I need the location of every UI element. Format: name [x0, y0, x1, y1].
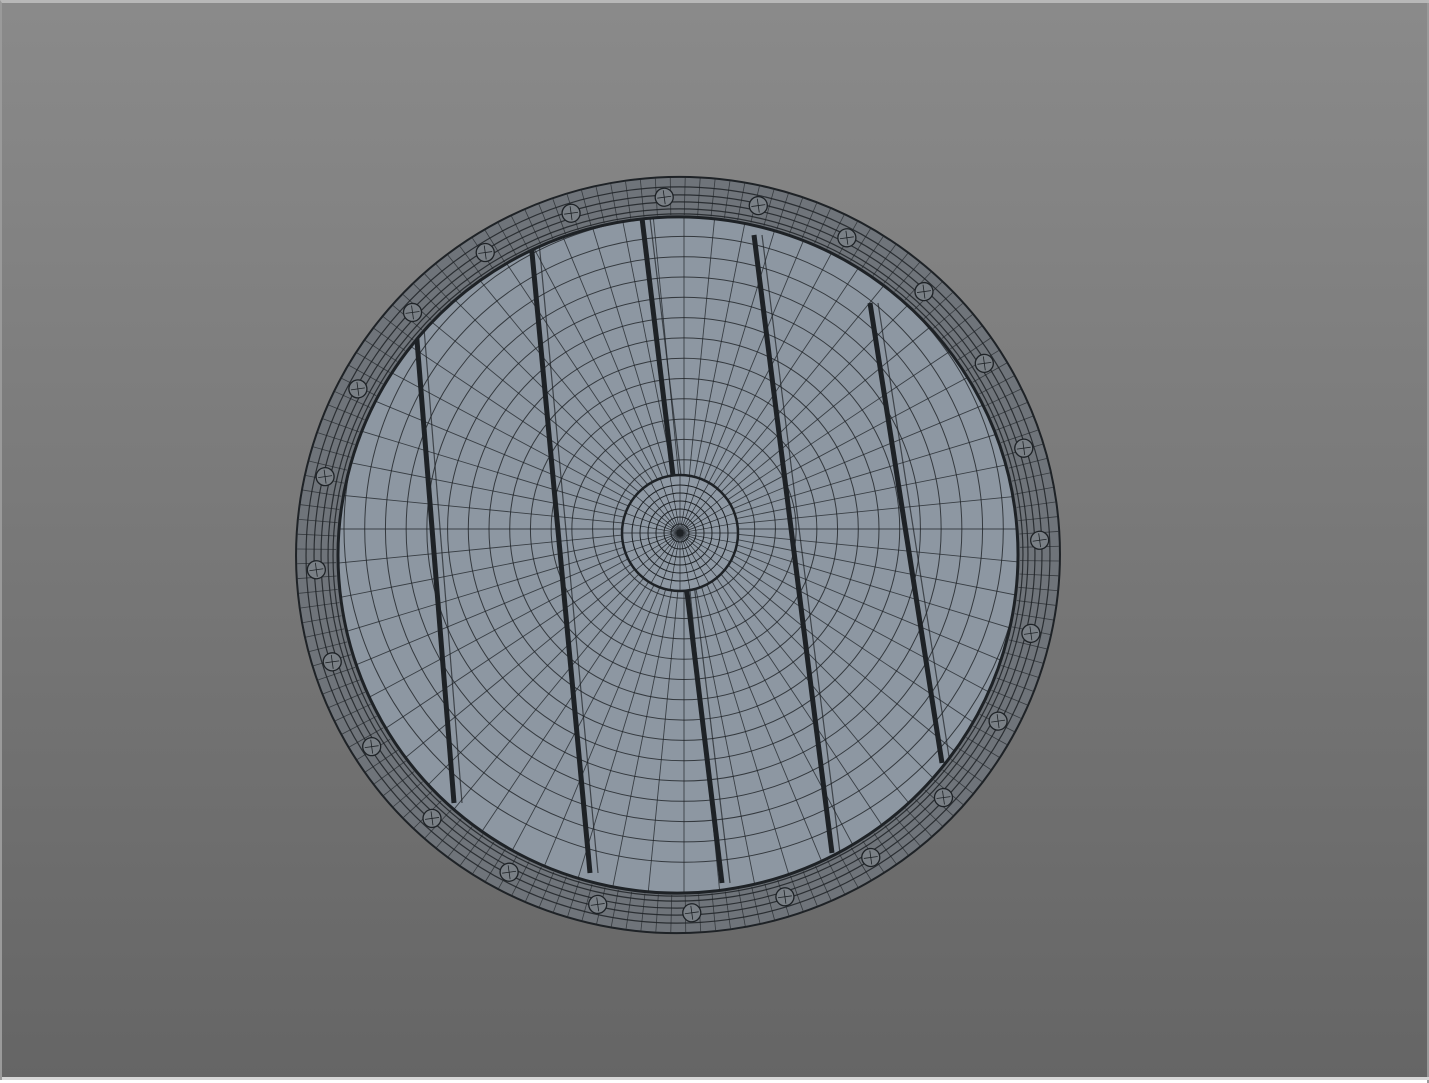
boss-center [676, 529, 684, 537]
shield-wireframe-model[interactable] [2, 3, 1429, 1083]
shield-boss [620, 473, 740, 593]
3d-viewport[interactable] [0, 0, 1429, 1083]
